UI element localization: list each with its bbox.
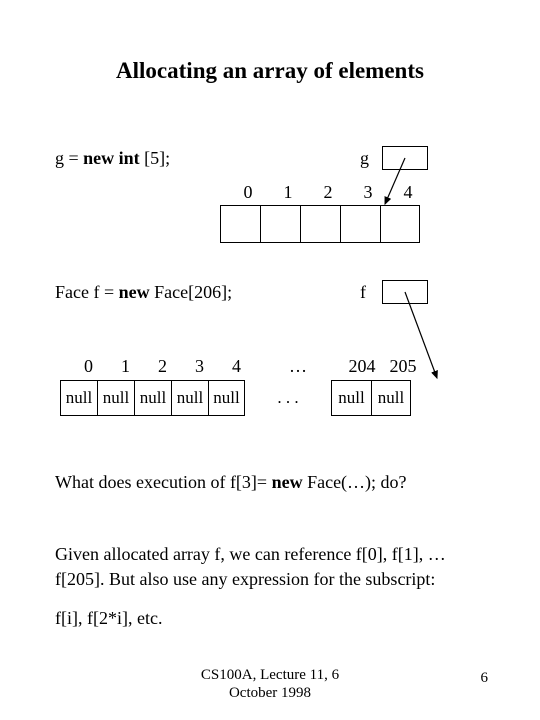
g-cell xyxy=(380,205,420,243)
f-variable-box xyxy=(382,280,428,304)
g-array-indices: 01234 xyxy=(228,182,428,203)
page-title: Allocating an array of elements xyxy=(0,58,540,84)
g-array-cells xyxy=(220,205,420,243)
g-variable-box xyxy=(382,146,428,170)
g-cell xyxy=(300,205,340,243)
g-cell xyxy=(220,205,260,243)
page-number: 6 xyxy=(481,670,489,687)
f-cell: null xyxy=(134,380,171,416)
f-array-cells: null null null null null . . . null null xyxy=(60,380,411,416)
slide: Allocating an array of elements g = new … xyxy=(0,0,540,720)
g-cell xyxy=(260,205,300,243)
slide-footer: CS100A, Lecture 11, 6 October 1998 xyxy=(0,666,540,702)
f-cell: null xyxy=(208,380,245,416)
question-text: What does execution of f[3]= new Face(…)… xyxy=(55,470,495,495)
f-cell: null xyxy=(371,380,411,416)
f-cell: null xyxy=(97,380,134,416)
f-cell: null xyxy=(60,380,97,416)
f-array-indices: 01234…204205 xyxy=(70,356,490,377)
f-variable-label: f xyxy=(360,282,366,303)
f-cell: null xyxy=(331,380,371,416)
g-variable-label: g xyxy=(360,148,369,169)
f-declaration: Face f = new Face[206]; xyxy=(55,282,232,303)
explanation-paragraph: Given allocated array f, we can referenc… xyxy=(55,542,495,592)
explanation-examples: f[i], f[2*i], etc. xyxy=(55,608,162,629)
g-declaration: g = new int [5]; xyxy=(55,148,170,169)
f-ellipsis: . . . xyxy=(245,388,331,408)
f-cell: null xyxy=(171,380,208,416)
g-cell xyxy=(340,205,380,243)
